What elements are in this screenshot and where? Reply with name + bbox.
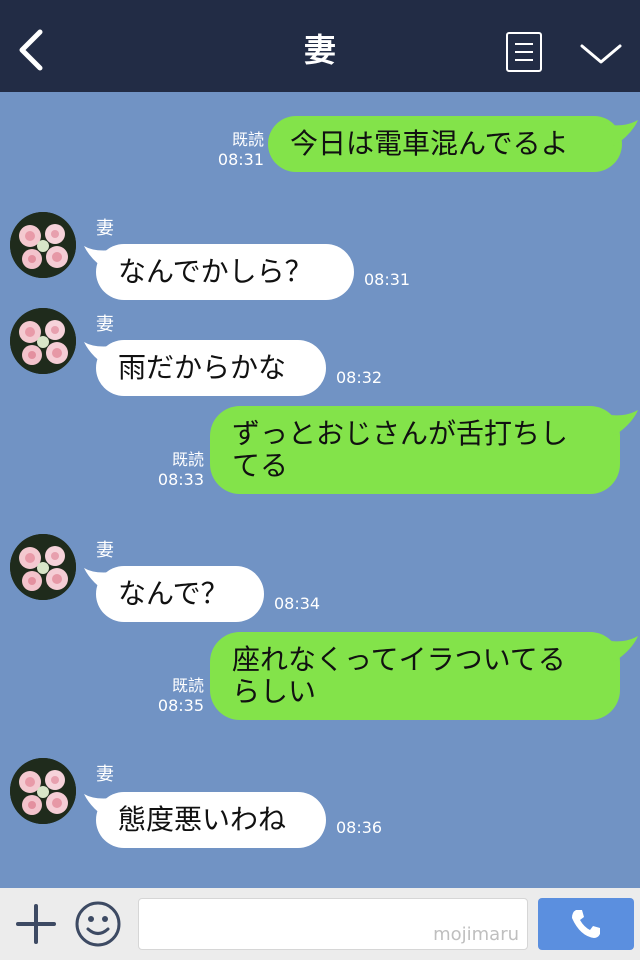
chat-header: 妻	[0, 0, 640, 92]
avatar[interactable]	[10, 758, 76, 824]
call-button[interactable]	[538, 898, 634, 950]
message-bubble[interactable]: なんでかしら？	[96, 244, 354, 300]
sender-name: 妻	[96, 764, 114, 785]
message-bubble[interactable]: 態度悪いわね	[96, 792, 326, 848]
input-bar: mojimaru	[0, 888, 640, 960]
message-input[interactable]: mojimaru	[138, 898, 528, 950]
avatar[interactable]	[10, 534, 76, 600]
message-bubble[interactable]: なんで？	[96, 566, 264, 622]
message-time: 08:31	[217, 150, 264, 169]
read-status: 既読 08:35	[146, 676, 204, 716]
phone-icon	[572, 910, 600, 938]
read-status: 既読 08:31	[206, 130, 264, 170]
watermark-text: mojimaru	[433, 924, 519, 945]
sender-name: 妻	[96, 218, 114, 239]
message-time: 08:31	[364, 270, 411, 289]
chat-title: 妻	[303, 31, 336, 69]
message-time: 08:33	[157, 470, 204, 489]
chevron-down-icon[interactable]	[578, 38, 624, 68]
avatar[interactable]	[10, 308, 76, 374]
read-status: 既読 08:33	[146, 450, 204, 490]
document-menu-icon[interactable]	[506, 32, 542, 72]
message-bubble[interactable]: 雨だからかな	[96, 340, 326, 396]
message-time: 08:32	[336, 368, 383, 387]
chat-area[interactable]: 既読 08:31 今日は電車混んでるよ 妻 なんでかしら？ 08:31 妻 雨だ…	[0, 92, 640, 888]
message-time: 08:35	[157, 696, 204, 715]
message-bubble[interactable]: 座れなくってイラついてる らしい	[210, 632, 620, 720]
message-bubble[interactable]: 今日は電車混んでるよ	[268, 116, 622, 172]
message-time: 08:34	[274, 594, 321, 613]
sender-name: 妻	[96, 540, 114, 561]
plus-icon[interactable]	[14, 902, 58, 946]
smiley-icon[interactable]	[74, 900, 122, 948]
avatar[interactable]	[10, 212, 76, 278]
message-bubble[interactable]: ずっとおじさんが舌打ちし てる	[210, 406, 620, 494]
sender-name: 妻	[96, 314, 114, 335]
message-time: 08:36	[336, 818, 383, 837]
